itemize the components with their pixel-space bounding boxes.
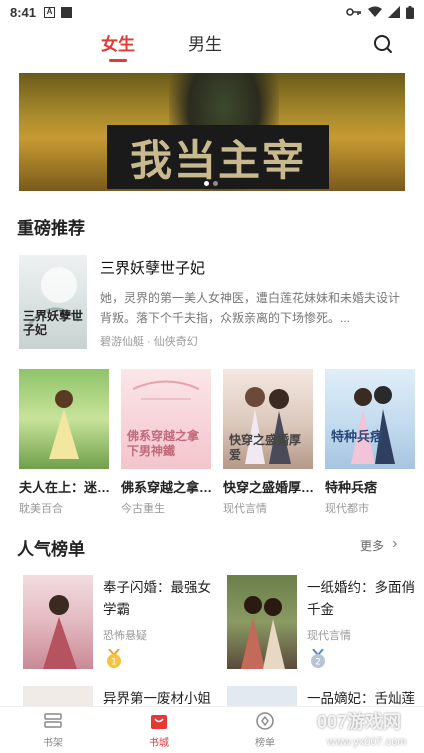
rank-book-3-title: 异界第一废材小姐 bbox=[103, 691, 211, 706]
search-icon[interactable] bbox=[372, 33, 394, 55]
grid-book-4-cover: 特种兵痞 bbox=[325, 369, 415, 469]
rank-book-1[interactable]: 奉子闪婚：最强女学霸 恐怖悬疑 1 bbox=[23, 575, 213, 675]
grid-book-4-tag: 现代都市 bbox=[325, 503, 369, 515]
grid-book-1-tag: 耽美百合 bbox=[19, 503, 63, 515]
section-title-recommend: 重磅推荐 bbox=[17, 219, 85, 238]
status-time: 8:41 bbox=[10, 4, 37, 20]
grid-book-4-art bbox=[351, 386, 395, 464]
tab-male[interactable]: 男生 bbox=[188, 30, 222, 55]
rank-1-number: 1 bbox=[111, 658, 117, 668]
grid-book-4-cover-text: 特种兵痞 bbox=[331, 429, 384, 444]
rank-book-1-title: 奉子闪婚：最强女学霸 bbox=[103, 580, 211, 617]
featured-book[interactable]: 三界妖孽世子妃 三界妖孽世子妃 她，灵界的第一美人女神医，遭白莲花妹妹和未婚夫设… bbox=[19, 255, 405, 349]
section-title-popular: 人气榜单 bbox=[17, 540, 85, 559]
rank-book-3-cover bbox=[23, 686, 93, 706]
grid-book-2-tag: 今古重生 bbox=[121, 503, 165, 515]
grid-book-2-title: 佛系穿越之拿… bbox=[121, 480, 211, 495]
tab-active-indicator bbox=[109, 59, 127, 62]
grid-book-3-title: 快穿之盛婚厚… bbox=[223, 480, 313, 495]
grid-book-3[interactable]: 快穿之盛婚厚爱 快穿之盛婚厚… 现代言情 bbox=[223, 369, 313, 516]
rank-book-3[interactable]: 异界第一废材小姐 bbox=[23, 686, 213, 706]
grid-book-1-art bbox=[49, 390, 79, 459]
rank-book-1-cover bbox=[23, 575, 93, 669]
rank-2-number: 2 bbox=[315, 658, 321, 668]
grid-book-2-cover: 佛系穿越之拿下男神鐵 bbox=[121, 369, 211, 469]
more-link[interactable]: 更多 bbox=[360, 537, 384, 554]
nav-ranking-label: 榜单 bbox=[255, 738, 275, 749]
tab-female[interactable]: 女生 bbox=[101, 30, 135, 55]
rank-book-2-cover bbox=[227, 575, 297, 669]
carousel-dot[interactable] bbox=[213, 181, 218, 186]
carousel-dot-active[interactable] bbox=[204, 181, 209, 186]
nav-shelf[interactable]: 书架 bbox=[28, 711, 78, 749]
grid-book-1-cover bbox=[19, 369, 109, 469]
watermark: 007游戏网 www.yx007.com bbox=[313, 706, 423, 753]
featured-cover-text: 三界妖孽世子妃 bbox=[23, 309, 84, 337]
store-bag-icon bbox=[151, 715, 167, 729]
featured-book-cover: 三界妖孽世子妃 bbox=[19, 255, 87, 349]
status-bar: 8:41 A bbox=[0, 0, 424, 24]
grid-book-1[interactable]: 夫人在上：迷… 耽美百合 bbox=[19, 369, 109, 516]
bookshelf-icon bbox=[44, 713, 62, 728]
nav-ranking[interactable]: 榜单 bbox=[240, 711, 290, 749]
watermark-line1: 007游戏网 bbox=[317, 712, 402, 732]
carousel-dots bbox=[204, 181, 218, 186]
nav-shelf-label: 书架 bbox=[43, 738, 63, 749]
key-icon bbox=[346, 8, 361, 16]
banner-carousel[interactable]: 我当主宰 bbox=[19, 73, 405, 191]
wifi-icon bbox=[368, 6, 382, 17]
grid-book-3-cover-text: 快穿之盛婚厚爱 bbox=[229, 433, 302, 462]
rank-book-2-title: 一纸婚约：多面俏千金 bbox=[307, 580, 415, 617]
grid-book-2-cover-text: 佛系穿越之拿下男神鐵 bbox=[127, 429, 200, 458]
battery-icon bbox=[406, 5, 414, 19]
rank-2-medal-icon: 2 bbox=[311, 649, 325, 668]
notification-a-icon: A bbox=[44, 6, 56, 18]
banner-title: 我当主宰 bbox=[129, 135, 306, 185]
grid-book-4-title: 特种兵痞 bbox=[325, 480, 378, 495]
rank-book-1-tag: 恐怖悬疑 bbox=[103, 630, 147, 642]
book-grid: 夫人在上：迷… 耽美百合 佛系穿越之拿下男神鐵 佛系穿越之拿… 今古重生 快穿之… bbox=[19, 369, 415, 519]
rank-book-1-art bbox=[43, 595, 77, 669]
grid-book-1-title: 夫人在上：迷… bbox=[19, 480, 109, 495]
rank-book-4-cover bbox=[227, 686, 297, 706]
ranking-icon bbox=[256, 712, 274, 730]
grid-book-3-tag: 现代言情 bbox=[223, 503, 267, 515]
featured-book-description: 她，灵界的第一美人女神医，遭白莲花妹妹和未婚夫设计背叛。落下个千夫指，众叛亲离的… bbox=[100, 291, 401, 325]
top-tab-bar: 女生 男生 bbox=[0, 28, 424, 64]
featured-book-title: 三界妖孽世子妃 bbox=[100, 260, 206, 277]
rank-book-4[interactable]: 一品嫡妃：舌灿莲 bbox=[227, 686, 417, 706]
rank-1-medal-icon: 1 bbox=[107, 649, 121, 668]
rank-book-2-tag: 现代言情 bbox=[307, 630, 351, 642]
chevron-right-icon[interactable]: › bbox=[392, 535, 397, 553]
signal-icon bbox=[388, 6, 400, 18]
nav-store-label: 书城 bbox=[149, 738, 169, 749]
rank-book-2[interactable]: 一纸婚约：多面俏千金 现代言情 2 bbox=[227, 575, 417, 675]
grid-book-4[interactable]: 特种兵痞 特种兵痞 现代都市 bbox=[325, 369, 415, 516]
featured-book-meta: 碧游仙艇 · 仙侠奇幻 bbox=[100, 336, 198, 348]
rank-book-4-title: 一品嫡妃：舌灿莲 bbox=[307, 691, 415, 706]
grid-book-3-cover: 快穿之盛婚厚爱 bbox=[223, 369, 313, 469]
rank-book-2-art bbox=[241, 596, 285, 669]
notification-square-icon bbox=[61, 6, 73, 18]
watermark-line2: www.yx007.com bbox=[327, 736, 407, 748]
grid-book-2[interactable]: 佛系穿越之拿下男神鐵 佛系穿越之拿… 今古重生 bbox=[121, 369, 211, 516]
banner-title-box: 我当主宰 bbox=[107, 125, 329, 189]
nav-store[interactable]: 书城 bbox=[134, 711, 184, 749]
